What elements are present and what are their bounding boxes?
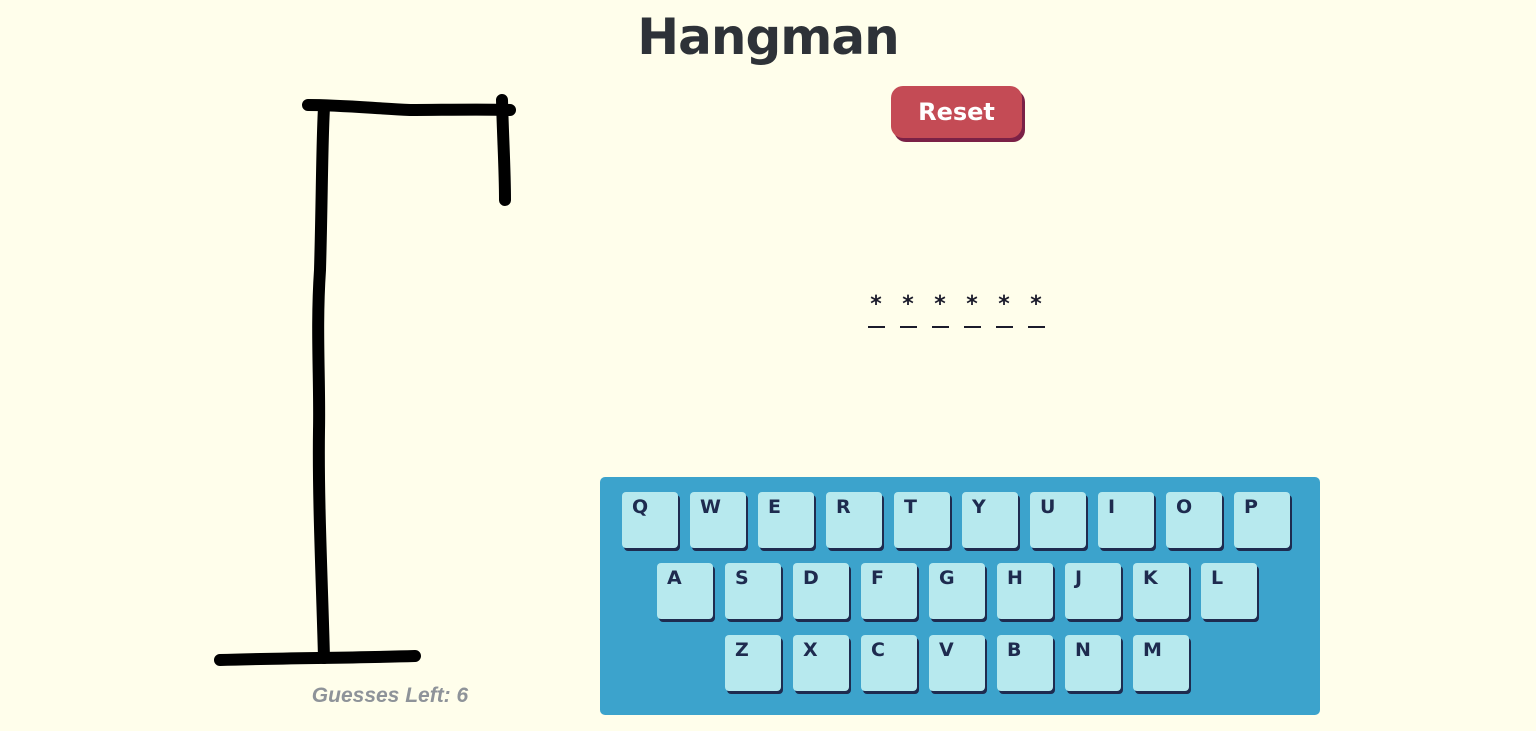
- key-label: D: [803, 567, 819, 589]
- key-label: N: [1075, 639, 1091, 661]
- key-label: L: [1211, 567, 1224, 589]
- keyboard: Q W E R T Y U I O P A S D F G H J K L Z X C V B N M: [600, 477, 1320, 715]
- letter-slot: *: [994, 290, 1014, 328]
- key-q[interactable]: Q: [622, 492, 678, 548]
- key-j[interactable]: J: [1065, 563, 1121, 619]
- key-i[interactable]: I: [1098, 492, 1154, 548]
- key-f[interactable]: F: [861, 563, 917, 619]
- key-label: C: [871, 639, 885, 661]
- letter-slot: *: [962, 290, 982, 328]
- key-label: E: [768, 496, 781, 518]
- gallows-rope: [496, 94, 511, 206]
- letter-slot: *: [898, 290, 918, 328]
- key-g[interactable]: G: [929, 563, 985, 619]
- key-label: S: [735, 567, 749, 589]
- key-o[interactable]: O: [1166, 492, 1222, 548]
- key-label: R: [836, 496, 851, 518]
- page-title: Hangman: [637, 8, 899, 66]
- key-label: G: [939, 567, 955, 589]
- key-m[interactable]: M: [1133, 635, 1189, 691]
- reset-button[interactable]: Reset: [891, 86, 1022, 138]
- key-d[interactable]: D: [793, 563, 849, 619]
- key-label: X: [803, 639, 818, 661]
- gallows-pole: [312, 102, 330, 664]
- key-p[interactable]: P: [1234, 492, 1290, 548]
- key-label: J: [1075, 567, 1083, 589]
- key-z[interactable]: Z: [725, 635, 781, 691]
- key-r[interactable]: R: [826, 492, 882, 548]
- gallows-beam: [302, 99, 516, 116]
- key-e[interactable]: E: [758, 492, 814, 548]
- letter-slot: *: [866, 290, 886, 328]
- keyboard-row: ASDFGHJKL: [657, 563, 1257, 619]
- hangman-page: Hangman Guesses Left: 6 Reset * * * * * * Q W E…: [0, 0, 1536, 731]
- key-b[interactable]: B: [997, 635, 1053, 691]
- key-label: O: [1176, 496, 1193, 518]
- key-h[interactable]: H: [997, 563, 1053, 619]
- keyboard-row: ZXCVBNM: [725, 635, 1189, 691]
- key-label: I: [1108, 496, 1116, 518]
- key-n[interactable]: N: [1065, 635, 1121, 691]
- key-label: V: [939, 639, 954, 661]
- word-display: * * * * * *: [866, 290, 1046, 328]
- key-u[interactable]: U: [1030, 492, 1086, 548]
- gallows-base: [214, 650, 421, 666]
- key-label: F: [871, 567, 884, 589]
- keyboard-row: QWERTYUIOP: [622, 492, 1290, 548]
- key-c[interactable]: C: [861, 635, 917, 691]
- key-label: W: [700, 496, 721, 518]
- gallows-drawing: [214, 94, 516, 666]
- key-v[interactable]: V: [929, 635, 985, 691]
- key-label: H: [1007, 567, 1023, 589]
- key-label: Z: [735, 639, 749, 661]
- key-label: Y: [972, 496, 986, 518]
- key-t[interactable]: T: [894, 492, 950, 548]
- key-x[interactable]: X: [793, 635, 849, 691]
- guesses-left: Guesses Left: 6: [311, 684, 469, 707]
- key-label: K: [1143, 567, 1158, 589]
- key-a[interactable]: A: [657, 563, 713, 619]
- key-k[interactable]: K: [1133, 563, 1189, 619]
- key-s[interactable]: S: [725, 563, 781, 619]
- key-label: U: [1040, 496, 1056, 518]
- key-label: B: [1007, 639, 1022, 661]
- letter-slot: *: [1026, 290, 1046, 328]
- key-label: T: [904, 496, 917, 518]
- key-w[interactable]: W: [690, 492, 746, 548]
- key-l[interactable]: L: [1201, 563, 1257, 619]
- key-y[interactable]: Y: [962, 492, 1018, 548]
- key-label: M: [1143, 639, 1162, 661]
- key-label: Q: [632, 496, 649, 518]
- key-label: P: [1244, 496, 1258, 518]
- key-label: A: [667, 567, 682, 589]
- letter-slot: *: [930, 290, 950, 328]
